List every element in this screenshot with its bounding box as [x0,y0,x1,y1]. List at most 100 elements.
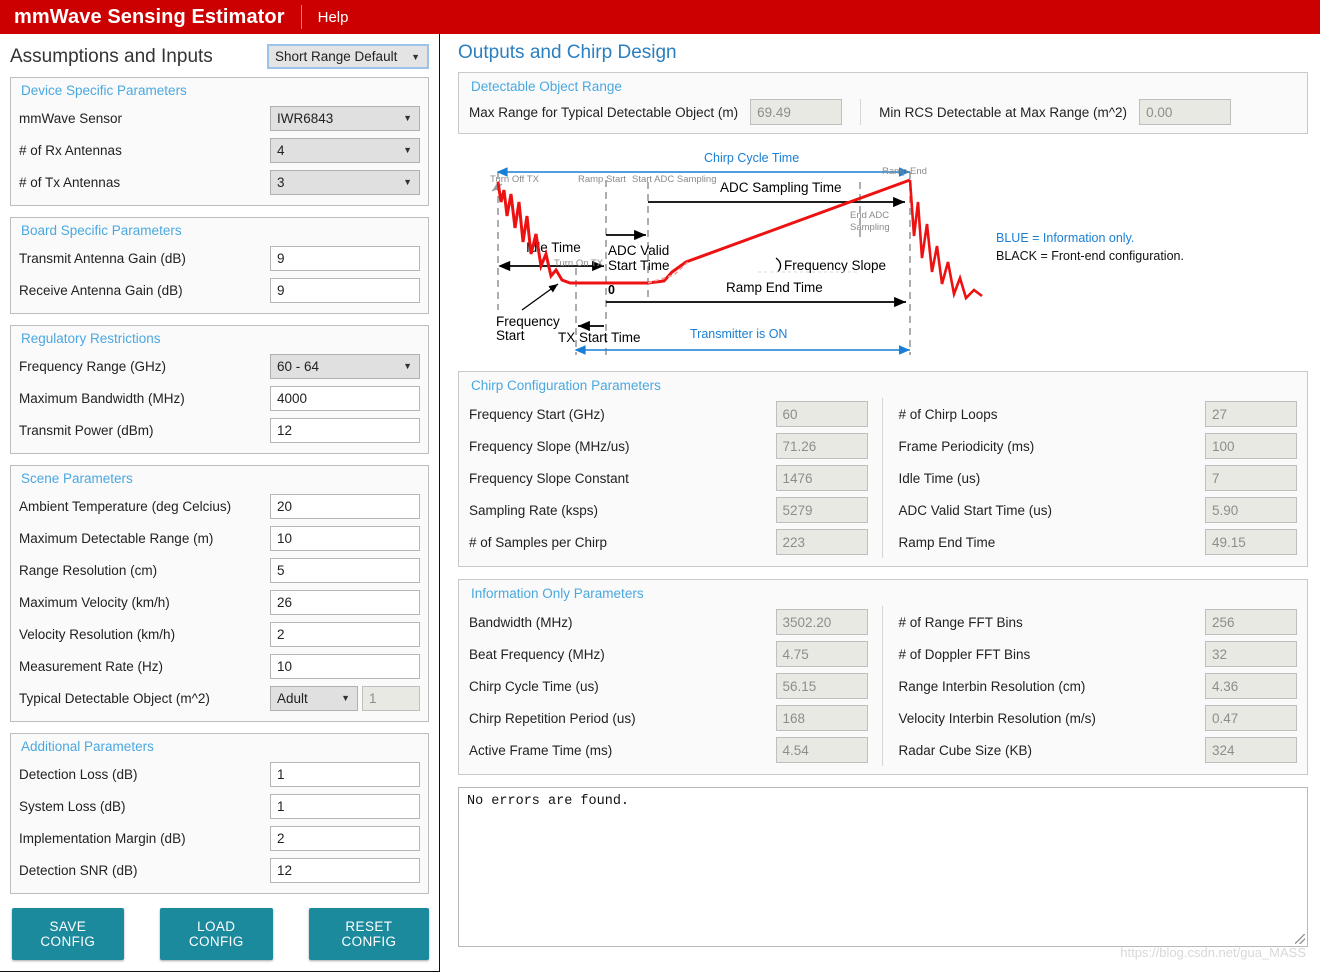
field-label: Transmit Antenna Gain (dB) [19,251,270,266]
info-only-right-column: # of Range FFT Bins 256 # of Doppler FFT… [883,606,1298,766]
field-label: Transmit Power (dBm) [19,423,270,438]
field-label: Frequency Start (GHz) [469,407,776,422]
field-value: 26 [277,595,292,610]
chevron-down-icon: ▼ [403,145,412,155]
system-loss-input[interactable]: 1 [270,794,420,819]
diagram-label-ramp-end: Ramp End [882,166,927,177]
ambient-temperature-input[interactable]: 20 [270,494,420,519]
field-value: 2 [277,831,285,846]
field-row-maximum-bandwidth: Maximum Bandwidth (MHz) 4000 [19,382,420,414]
output-row-range-fft-bins: # of Range FFT Bins 256 [899,606,1298,638]
output-row-idle-time: Idle Time (us) 7 [899,462,1298,494]
tx-antennas-select[interactable]: 3 ▼ [270,170,420,195]
frequency-range-select[interactable]: 60 - 64 ▼ [270,354,420,379]
field-value: 32 [1212,647,1227,662]
detection-snr-input[interactable]: 12 [270,858,420,883]
field-value: 0.00 [1146,105,1172,120]
detection-loss-input[interactable]: 1 [270,762,420,787]
save-config-button[interactable]: SAVE CONFIG [12,908,124,960]
info-only-columns: Bandwidth (MHz) 3502.20 Beat Frequency (… [469,606,1297,766]
field-label: Frame Periodicity (ms) [899,439,1206,454]
field-row-measurement-rate: Measurement Rate (Hz) 10 [19,650,420,682]
output-row-frequency-slope: Frequency Slope (MHz/us) 71.26 [469,430,868,462]
field-value: 256 [1212,615,1235,630]
field-value: 4000 [277,391,307,406]
field-value: 49.15 [1212,535,1246,550]
field-label: Velocity Interbin Resolution (m/s) [899,711,1206,726]
device-specific-parameters-group: Device Specific Parameters mmWave Sensor… [10,77,429,206]
maximum-velocity-input[interactable]: 26 [270,590,420,615]
field-row-transmit-antenna-gain: Transmit Antenna Gain (dB) 9 [19,242,420,274]
preset-config-select[interactable]: Short Range Default ▼ [267,44,429,69]
field-value: 4.75 [783,647,809,662]
field-value: 3502.20 [783,615,832,630]
typical-detectable-object-controls: Adult ▼ 1 [270,686,420,711]
load-config-button[interactable]: LOAD CONFIG [160,908,273,960]
bandwidth-value: 3502.20 [776,609,868,635]
topbar-divider [301,5,302,29]
field-label: # of Range FFT Bins [899,615,1206,630]
output-row-beat-frequency: Beat Frequency (MHz) 4.75 [469,638,868,670]
field-value: 100 [1212,439,1235,454]
output-row-chirp-cycle-time: Chirp Cycle Time (us) 56.15 [469,670,868,702]
preset-config-value: Short Range Default [275,49,397,64]
group-legend: Device Specific Parameters [19,81,420,102]
field-row-maximum-detectable-range: Maximum Detectable Range (m) 10 [19,522,420,554]
field-label: mmWave Sensor [19,111,270,126]
adc-valid-start-time-value: 5.90 [1205,497,1297,523]
field-label: Velocity Resolution (km/h) [19,627,270,642]
maximum-detectable-range-input[interactable]: 10 [270,526,420,551]
transmit-antenna-gain-input[interactable]: 9 [270,246,420,271]
diagram-legend-blue: BLUE = Information only. [996,231,1134,245]
field-label: ADC Valid Start Time (us) [899,503,1206,518]
typical-detectable-object-readonly: 1 [362,686,420,711]
mmwave-sensor-select[interactable]: IWR6843 ▼ [270,106,420,131]
output-row-frame-periodicity: Frame Periodicity (ms) 100 [899,430,1298,462]
rx-antennas-select[interactable]: 4 ▼ [270,138,420,163]
typical-detectable-object-select[interactable]: Adult ▼ [270,686,358,711]
frequency-start-value: 60 [776,401,868,427]
typical-detectable-object-value: Adult [277,691,308,706]
detectable-range-row: Max Range for Typical Detectable Object … [469,99,1297,125]
field-label: # of Doppler FFT Bins [899,647,1206,662]
range-resolution-input[interactable]: 5 [270,558,420,583]
field-value: 60 [783,407,798,422]
error-console-textarea[interactable]: No errors are found. [458,787,1308,947]
field-row-frequency-range: Frequency Range (GHz) 60 - 64 ▼ [19,350,420,382]
doppler-fft-bins-value: 32 [1205,641,1297,667]
min-rcs-value: 0.00 [1139,99,1231,125]
help-link[interactable]: Help [318,9,349,26]
measurement-rate-input[interactable]: 10 [270,654,420,679]
field-label: Range Interbin Resolution (cm) [899,679,1206,694]
group-legend: Chirp Configuration Parameters [469,375,1297,398]
maximum-bandwidth-input[interactable]: 4000 [270,386,420,411]
frame-periodicity-value: 100 [1205,433,1297,459]
velocity-resolution-input[interactable]: 2 [270,622,420,647]
transmit-power-input[interactable]: 12 [270,418,420,443]
diagram-label-ramp-end-time: Ramp End Time [726,280,823,295]
field-row-detection-snr: Detection SNR (dB) 12 [19,854,420,886]
tx-antennas-value: 3 [277,175,285,190]
additional-parameters-group: Additional Parameters Detection Loss (dB… [10,733,429,894]
detectable-object-range-group: Detectable Object Range Max Range for Ty… [458,72,1308,134]
output-row-frequency-start: Frequency Start (GHz) 60 [469,398,868,430]
reset-config-button[interactable]: RESET CONFIG [309,908,429,960]
diagram-label-frequency-start-line1: Frequency [496,314,560,329]
chirp-config-right-column: # of Chirp Loops 27 Frame Periodicity (m… [883,398,1298,558]
implementation-margin-input[interactable]: 2 [270,826,420,851]
range-interbin-resolution-value: 4.36 [1205,673,1297,699]
field-value: 1476 [783,471,813,486]
field-row-receive-antenna-gain: Receive Antenna Gain (dB) 9 [19,274,420,306]
field-label: Chirp Repetition Period (us) [469,711,776,726]
field-row-transmit-power: Transmit Power (dBm) 12 [19,414,420,446]
field-value: 10 [277,531,292,546]
radar-cube-size-value: 324 [1205,737,1297,763]
diagram-label-end-adc-line2: Sampling [850,222,890,233]
scene-parameters-group: Scene Parameters Ambient Temperature (de… [10,465,429,722]
output-row-bandwidth: Bandwidth (MHz) 3502.20 [469,606,868,638]
chirp-config-left-column: Frequency Start (GHz) 60 Frequency Slope… [469,398,883,558]
diagram-label-start-adc-sampling: Start ADC Sampling [632,174,716,185]
field-label: Implementation Margin (dB) [19,831,270,846]
output-row-radar-cube-size: Radar Cube Size (KB) 324 [899,734,1298,766]
receive-antenna-gain-input[interactable]: 9 [270,278,420,303]
